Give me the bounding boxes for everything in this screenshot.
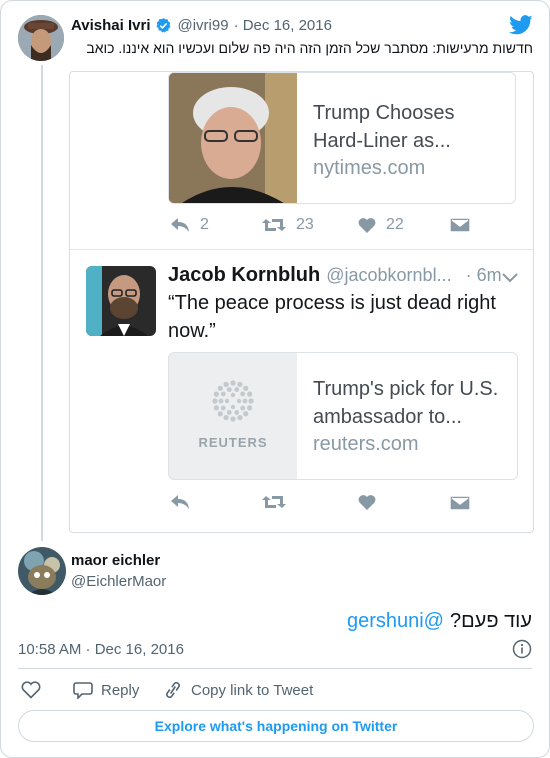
reply-icon: [171, 218, 189, 232]
link-card-nytimes-domain: nytimes.com: [313, 157, 426, 179]
reply-author-handle[interactable]: @EichlerMaor: [71, 573, 166, 590]
reply-button[interactable]: Reply: [73, 681, 139, 699]
quoted-text-line2: now.”: [168, 320, 216, 342]
retweet-count: 23: [296, 216, 314, 233]
retweet-action[interactable]: 23: [262, 216, 314, 234]
copy-link-button[interactable]: Copy link to Tweet: [163, 681, 313, 699]
link-card-nytimes-title-line1: Trump Chooses: [313, 102, 455, 124]
like-button[interactable]: [21, 681, 41, 699]
copy-link-label: Copy link to Tweet: [191, 681, 314, 699]
author-avatar[interactable]: [18, 15, 64, 61]
author-name[interactable]: Avishai Ivri: [71, 17, 150, 34]
thread-line: [41, 65, 43, 541]
tweet-text: חדשות מרעישות: מסתבר שכל הזמן הזה היה פה…: [86, 40, 533, 56]
link-card-nytimes-title-line2: Hard-Liner as...: [313, 130, 451, 152]
chevron-down-icon[interactable]: [502, 270, 518, 288]
tweet-date[interactable]: · Dec 16, 2016: [234, 17, 332, 34]
link-card-reuters-title-line2: ambassador to...: [313, 406, 462, 428]
link-card-reuters[interactable]: REUTERS Trump's pick for U.S. ambassador…: [168, 352, 518, 480]
reply-action-2[interactable]: [170, 494, 190, 510]
like-icon: [358, 218, 376, 233]
twitter-logo-icon[interactable]: [509, 15, 533, 40]
reply-action[interactable]: 2: [170, 216, 209, 234]
link-card-reuters-title-line1: Trump's pick for U.S.: [313, 378, 499, 400]
reply-count: 2: [200, 216, 209, 233]
quoted-time[interactable]: · 6m: [466, 265, 502, 286]
quoted-author-avatar[interactable]: [86, 266, 156, 336]
heart-outline-icon: [21, 681, 41, 699]
quoted-text-line1: “The peace process is just dead right: [168, 292, 496, 314]
info-icon[interactable]: [512, 639, 532, 664]
reply-author-avatar[interactable]: [18, 547, 66, 595]
quoted-author-handle[interactable]: @jacobkornbl...: [326, 265, 451, 286]
dm-action[interactable]: [450, 218, 470, 232]
speech-bubble-icon: [73, 682, 93, 699]
reply-text: עוד פעם? @gershuni: [347, 610, 532, 633]
author-avatar-image: [18, 15, 64, 61]
inner-separator: [70, 249, 533, 250]
link-card-nytimes[interactable]: Trump Chooses Hard-Liner as... nytimes.c…: [168, 72, 516, 204]
reply-body: עוד פעם?: [449, 610, 532, 632]
like-count: 22: [386, 216, 404, 233]
reply-author-avatar-image: [18, 547, 66, 595]
verified-badge-icon: [155, 17, 172, 34]
like-action[interactable]: 22: [358, 216, 404, 234]
quoted-author-line: Jacob Kornbluh @jacobkornbl... · 6m: [168, 264, 502, 287]
link-card-reuters-domain: reuters.com: [313, 433, 419, 455]
envelope-icon: [450, 218, 470, 232]
explore-button[interactable]: Explore what's happening on Twitter: [18, 710, 534, 742]
reply-author-name[interactable]: maor eichler: [71, 552, 160, 569]
like-icon: [358, 495, 376, 510]
retweet-icon: [262, 219, 286, 231]
quoted-author-avatar-image: [86, 266, 156, 336]
retweet-icon: [262, 496, 286, 508]
embedded-screenshot[interactable]: Trump Chooses Hard-Liner as... nytimes.c…: [69, 71, 534, 533]
link-icon: [166, 682, 180, 698]
dm-action-2[interactable]: [450, 496, 470, 510]
reuters-logo-icon: [212, 380, 254, 422]
envelope-icon: [450, 496, 470, 510]
reply-icon: [171, 495, 189, 509]
tweet-timestamp[interactable]: 10:58 AM · Dec 16, 2016: [18, 641, 184, 658]
footer-divider: [18, 668, 532, 669]
author-line: Avishai Ivri @ivri99 · Dec 16, 2016: [71, 17, 332, 34]
reuters-logo-text: REUTERS: [198, 435, 268, 450]
reply-button-label: Reply: [101, 681, 140, 699]
author-handle[interactable]: @ivri99: [177, 17, 228, 34]
link-card-reuters-image: REUTERS: [169, 353, 297, 479]
retweet-action-2[interactable]: [262, 494, 286, 510]
link-card-nytimes-image: [169, 73, 297, 203]
mention-link[interactable]: @gershuni: [347, 610, 444, 633]
like-action-2[interactable]: [358, 494, 376, 510]
quoted-author-name[interactable]: Jacob Kornbluh: [168, 264, 320, 287]
tweet-card: Avishai Ivri @ivri99 · Dec 16, 2016 חדשו…: [0, 0, 550, 758]
